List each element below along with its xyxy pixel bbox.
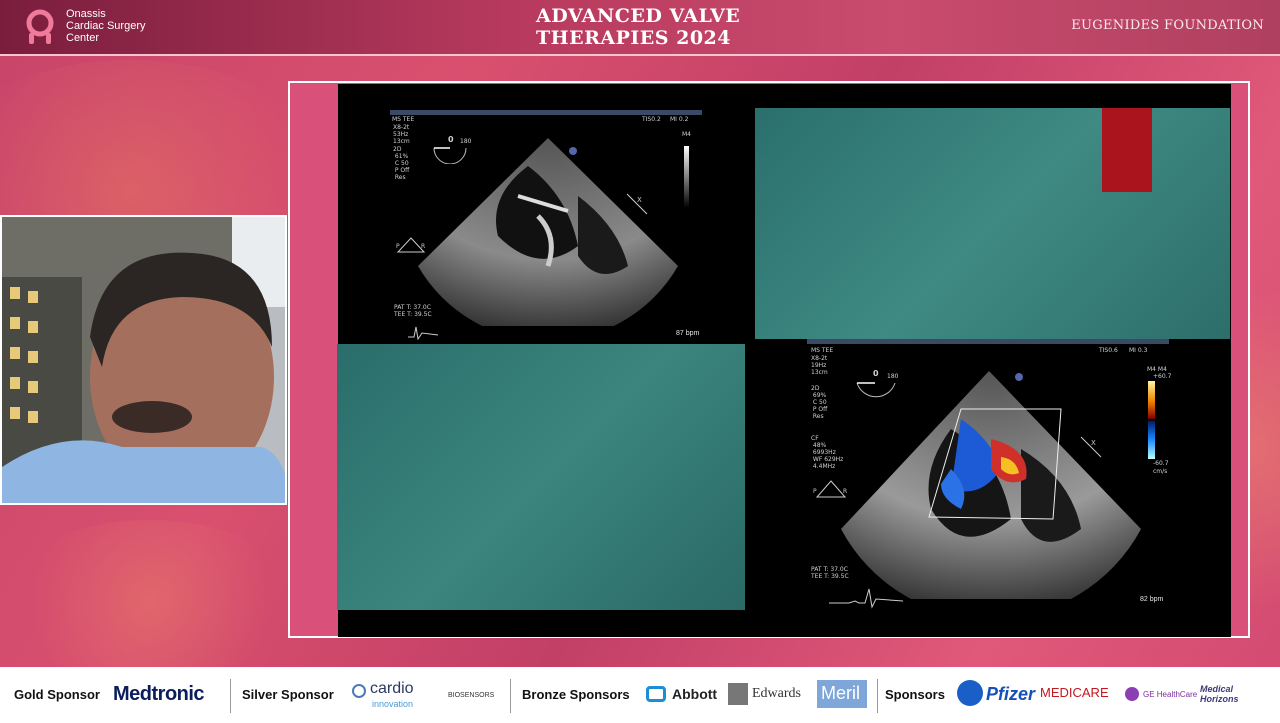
event-title-line: THERAPIES 2024	[536, 27, 731, 49]
probe-marker-icon: X	[626, 193, 648, 215]
svg-text:X: X	[1091, 439, 1096, 447]
svg-text:R: R	[843, 488, 847, 495]
background-swirl	[0, 520, 300, 680]
echo-temp: PAT T: 37.0C TEE T: 39.5C	[811, 566, 849, 580]
echo-mode: 2D 69% C 50 P Off Res	[811, 385, 828, 420]
echo-label: MS TEE	[811, 347, 834, 354]
color-scale-top: +60.7	[1153, 373, 1172, 380]
video-panel-top-right	[755, 108, 1230, 339]
org-name-line: Center	[66, 32, 100, 44]
doppler-ultrasound-image	[841, 371, 1141, 599]
echo-tis: TIS0.2	[642, 116, 661, 123]
speaker-webcam-video	[0, 215, 287, 505]
medical-horizons-logo: Medical Horizons	[1200, 684, 1239, 704]
echo-label: MS TEE	[392, 116, 415, 123]
edwards-logo: Edwards	[752, 686, 801, 701]
pfizer-logo: Pfizer	[986, 684, 1036, 704]
edwards-logo-icon	[728, 683, 748, 705]
venue-name: EUGENIDES FOUNDATION	[1071, 18, 1264, 33]
color-scale-bottom: -60.7	[1153, 460, 1169, 467]
event-title: ADVANCED VALVE THERAPIES 2024	[536, 5, 740, 49]
org-name-line: Onassis	[66, 8, 106, 20]
divider	[877, 679, 878, 713]
echo-cf: CF 48% 6993Hz WF 629Hz 4.4MHz	[811, 435, 844, 470]
pfizer-logo-icon	[957, 680, 983, 706]
echo-temp: PAT T: 37.0C TEE T: 39.5C	[394, 304, 432, 318]
ge-healthcare-logo: GE HealthCare	[1143, 690, 1198, 699]
gold-sponsor-label: Gold Sponsor	[14, 687, 100, 702]
echo-mi: MI 0.3	[1129, 347, 1148, 354]
medtronic-logo: Medtronic	[113, 683, 205, 705]
echo-panel-bottom-right: MS TEE TIS0.6 MI 0.3 X8-2t 19Hz 13cm 2D …	[755, 339, 1230, 637]
heart-rate: 82 bpm	[1140, 596, 1164, 603]
event-title-line: ADVANCED VALVE	[536, 5, 741, 27]
video-panel-bottom-left	[337, 344, 745, 610]
orientation-icon: P R	[813, 480, 847, 498]
meril-logo: Meril	[821, 683, 860, 703]
echo-map: M4 M4	[1147, 366, 1167, 373]
divider	[510, 679, 511, 713]
svg-text:P: P	[813, 488, 817, 495]
header-bar: Onassis Cardiac Surgery Center ADVANCED …	[0, 0, 1280, 56]
medicare-logo: MEDICARE	[1040, 685, 1109, 700]
echo-mode: 2D 61% C 50 P Off Res	[393, 146, 410, 181]
abbott-logo: Abbott	[672, 686, 718, 702]
divider	[230, 679, 231, 713]
bronze-sponsors-label: Bronze Sponsors	[522, 687, 630, 702]
speaker-image	[2, 217, 285, 503]
probe-marker-icon: X	[1080, 436, 1102, 458]
orientation-icon: P R	[396, 237, 425, 253]
cardio-innovation-sub: innovation	[372, 699, 414, 709]
color-scale-unit: cm/s	[1153, 468, 1168, 475]
abbott-logo-icon	[646, 686, 666, 702]
heart-rate: 87 bpm	[676, 330, 700, 337]
biosensors-logo: BIOSENSORS	[448, 692, 495, 699]
sponsors-label: Sponsors	[885, 687, 945, 702]
color-velocity-scale	[1148, 381, 1155, 459]
silver-sponsor-label: Silver Sponsor	[242, 687, 334, 702]
svg-text:X: X	[637, 196, 642, 204]
ge-logo-icon	[1125, 687, 1139, 701]
svg-text:R: R	[421, 243, 425, 250]
echo-tis: TIS0.6	[1099, 347, 1118, 354]
sponsors-bar: Gold Sponsor Medtronic Silver Sponsor ca…	[0, 667, 1280, 723]
echo-panel-top-left: MS TEE TIS0.2 MI 0.2 X8-2t 53Hz 13cm 2D …	[338, 108, 752, 344]
echo-params: X8-2t 53Hz 13cm	[393, 124, 410, 145]
onassis-logo-icon	[26, 9, 54, 44]
ecg-trace-icon	[408, 326, 438, 341]
echo-mi: MI 0.2	[670, 116, 689, 123]
cardio-logo-icon	[352, 684, 366, 698]
echo-header-strip	[390, 110, 702, 115]
echo-ultrasound-image	[418, 138, 678, 326]
org-name: Onassis Cardiac Surgery Center	[66, 8, 145, 44]
svg-text:P: P	[396, 243, 400, 250]
ecg-trace-icon	[829, 588, 903, 609]
echo-params: X8-2t 19Hz 13cm	[811, 355, 828, 376]
org-name-line: Cardiac Surgery	[66, 20, 146, 32]
echo-header-strip	[807, 339, 1169, 344]
red-marker-block	[1102, 108, 1152, 192]
cardio-innovation-logo: cardio	[370, 680, 414, 697]
